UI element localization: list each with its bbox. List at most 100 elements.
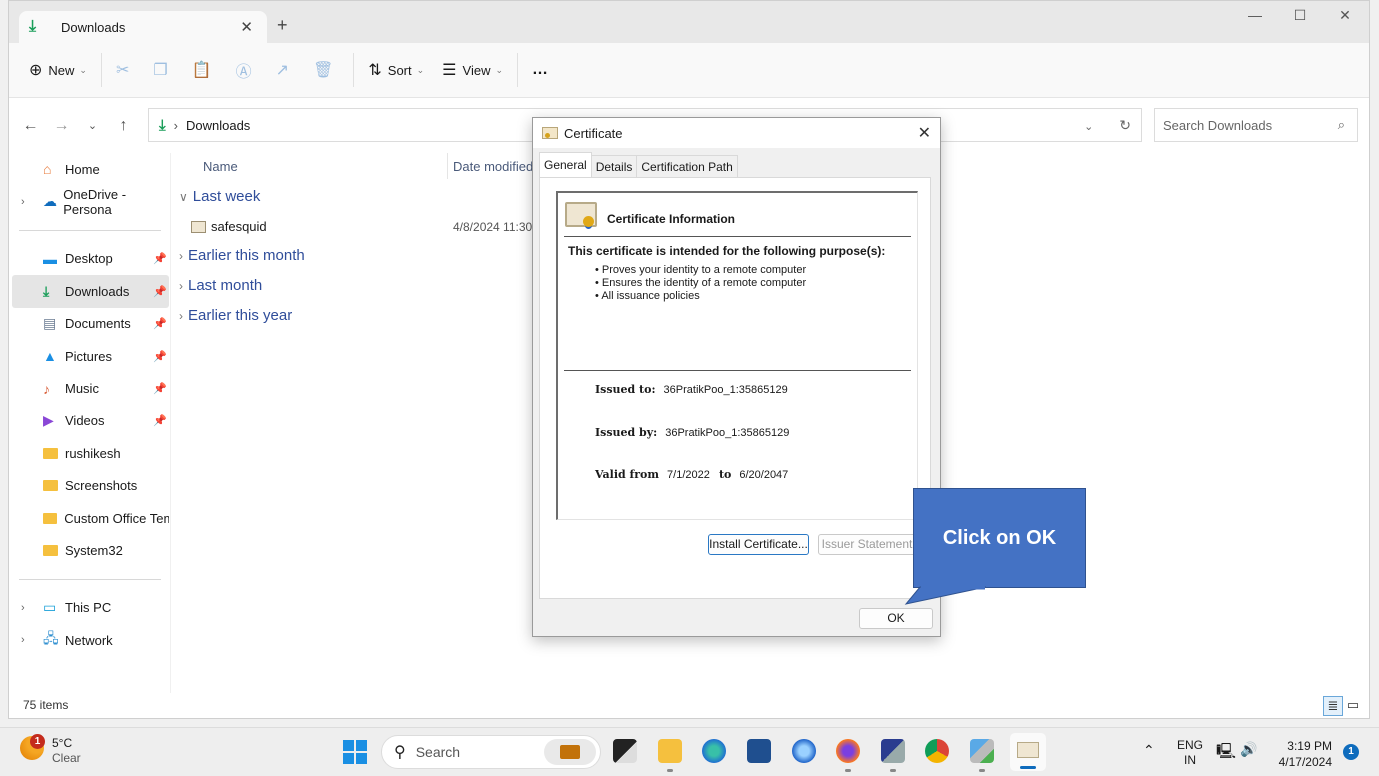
sidebar-item-pictures[interactable]: ▲ Pictures 📌 (9, 340, 169, 372)
refresh-icon[interactable]: ↻ (1119, 117, 1131, 133)
chevron-right-icon[interactable]: › (21, 634, 25, 646)
ok-button[interactable]: OK (859, 608, 933, 629)
sidebar-item-onedrive[interactable]: › ☁ OneDrive - Persona (9, 185, 169, 217)
notification-badge[interactable]: 1 (1343, 744, 1359, 760)
task-view-icon[interactable] (613, 739, 637, 763)
delete-button[interactable]: 🗑 (313, 60, 339, 80)
maximize-button[interactable]: ☐ (1278, 7, 1322, 24)
purpose-heading: This certificate is intended for the fol… (568, 244, 886, 258)
windows-logo-tile (343, 740, 354, 751)
column-header-name[interactable]: Name (203, 159, 238, 174)
minimize-button[interactable]: — (1233, 7, 1277, 23)
up-arrow-icon[interactable]: ↑ (108, 117, 139, 135)
group-header-earlier-this-year[interactable]: › Earlier this year (179, 307, 292, 324)
new-button[interactable]: ⊕ New ⌄ (29, 60, 87, 80)
microsoft-store-icon[interactable] (747, 739, 771, 763)
firefox-icon[interactable] (836, 739, 860, 772)
pin-icon[interactable]: 📌 (153, 382, 167, 395)
breadcrumb-separator: › (173, 117, 178, 133)
file-explorer-icon[interactable] (658, 739, 682, 772)
tab-general[interactable]: General (539, 152, 592, 178)
sidebar-item-downloads[interactable]: ⤓ Downloads 📌 (12, 275, 169, 308)
pin-icon[interactable]: 📌 (153, 317, 167, 330)
taskbar-search[interactable]: ⚲ Search (381, 735, 601, 769)
chevron-right-icon[interactable]: › (21, 602, 25, 614)
close-tab-icon[interactable]: ✕ (240, 18, 253, 36)
recent-chevron-icon[interactable]: ⌄ (77, 119, 108, 132)
sidebar-item-network[interactable]: › 🖧 Network (9, 624, 169, 656)
tiles-view-button[interactable]: ▭ (1343, 696, 1363, 716)
sidebar-label: Music (65, 381, 99, 397)
certificate-manager-icon[interactable] (970, 739, 994, 772)
pin-icon[interactable]: 📌 (153, 414, 167, 427)
title-bar: ⤓ Downloads ✕ + — ☐ ✕ (9, 1, 1369, 43)
column-divider[interactable] (447, 153, 448, 179)
clipboard-icon: 📋 (191, 62, 212, 79)
search-input[interactable]: Search Downloads ⌕ (1154, 108, 1358, 142)
column-header-date-modified[interactable]: Date modified (453, 159, 533, 174)
sidebar-item-custom-office-templates[interactable]: Custom Office Tem (9, 502, 169, 534)
pin-icon[interactable]: 📌 (153, 350, 167, 363)
trash-icon: 🗑 (313, 62, 334, 79)
tab-downloads[interactable]: ⤓ Downloads ✕ (19, 11, 267, 43)
view-button[interactable]: ☰ View ⌄ (442, 60, 503, 80)
close-icon[interactable]: ✕ (918, 123, 931, 143)
weather-widget[interactable]: 1 5°C Clear (20, 734, 81, 766)
thunderbird-icon[interactable] (792, 739, 816, 763)
show-hidden-icons-button[interactable]: ⌃ (1143, 742, 1155, 759)
sidebar-item-desktop[interactable]: ▬ Desktop 📌 (9, 243, 169, 275)
group-header-last-month[interactable]: › Last month (179, 277, 262, 294)
group-header-earlier-this-month[interactable]: › Earlier this month (179, 247, 305, 264)
issuer-statement-button[interactable]: Issuer Statement (818, 534, 916, 555)
cut-button[interactable]: ✂ (116, 60, 135, 80)
weather-temp: 5°C (52, 736, 73, 750)
sidebar-item-system32[interactable]: System32 (9, 534, 169, 566)
sidebar-item-this-pc[interactable]: › ▭ This PC (9, 592, 169, 624)
language-indicator[interactable]: ENG IN (1177, 738, 1203, 768)
back-arrow-icon[interactable]: ← (15, 117, 46, 135)
start-button[interactable] (343, 740, 367, 764)
share-button[interactable]: ↗ (276, 60, 295, 80)
sort-button[interactable]: ⇅ Sort ⌄ (368, 60, 424, 80)
sidebar-item-rushikesh[interactable]: rushikesh (9, 437, 169, 469)
breadcrumb-downloads[interactable]: Downloads (186, 118, 250, 133)
close-window-button[interactable]: ✕ (1323, 7, 1367, 24)
chrome-icon[interactable] (925, 739, 949, 763)
sidebar-item-home[interactable]: ⌂ Home (9, 153, 169, 185)
sidebar-item-videos[interactable]: ▶ Videos 📌 (9, 405, 169, 437)
sidebar-item-documents[interactable]: ▤ Documents 📌 (9, 308, 169, 340)
search-placeholder: Search Downloads (1163, 117, 1273, 133)
details-view-button[interactable]: ≣ (1323, 696, 1343, 716)
group-label: Earlier this year (188, 307, 293, 324)
sidebar-item-screenshots[interactable]: Screenshots (9, 470, 169, 502)
certificate-viewer-taskbar-button[interactable] (1010, 733, 1046, 771)
network-icon[interactable]: 🖳 (1216, 741, 1236, 766)
chevron-down-icon[interactable]: ⌄ (1084, 121, 1093, 133)
remote-desktop-icon[interactable] (881, 739, 905, 772)
new-tab-button[interactable]: + (277, 15, 288, 36)
weather-icon: 1 (20, 734, 45, 760)
clock-date: 4/17/2024 (1278, 755, 1332, 769)
tab-details[interactable]: Details (590, 155, 638, 177)
pin-icon[interactable]: 📌 (153, 285, 167, 298)
tab-certification-path[interactable]: Certification Path (636, 155, 738, 177)
chevron-right-icon[interactable]: › (21, 196, 25, 208)
rename-button[interactable]: Ⓐ (236, 58, 258, 82)
more-options-button[interactable]: … (532, 61, 554, 79)
pin-icon[interactable]: 📌 (153, 252, 167, 265)
copy-button[interactable]: ❐ (153, 60, 173, 80)
sidebar-label: OneDrive - Persona (63, 186, 127, 217)
paste-button[interactable]: 📋 (192, 60, 218, 80)
volume-icon[interactable]: 🔊 (1240, 741, 1257, 758)
sidebar-label: Documents (65, 316, 131, 332)
edge-icon[interactable] (702, 739, 726, 763)
file-row[interactable]: safesquid (191, 219, 267, 234)
dialog-title-bar: Certificate ✕ (533, 118, 940, 148)
sidebar-item-music[interactable]: ♪ Music 📌 (9, 372, 169, 404)
chevron-down-icon: ∨ (179, 190, 188, 204)
group-header-last-week[interactable]: ∨ Last week (179, 188, 260, 205)
forward-arrow-icon[interactable]: → (46, 117, 77, 135)
clock[interactable]: 3:19 PM 4/17/2024 (1272, 738, 1332, 770)
sidebar-label: Network (65, 632, 113, 648)
install-certificate-button[interactable]: Install Certificate... (708, 534, 809, 555)
